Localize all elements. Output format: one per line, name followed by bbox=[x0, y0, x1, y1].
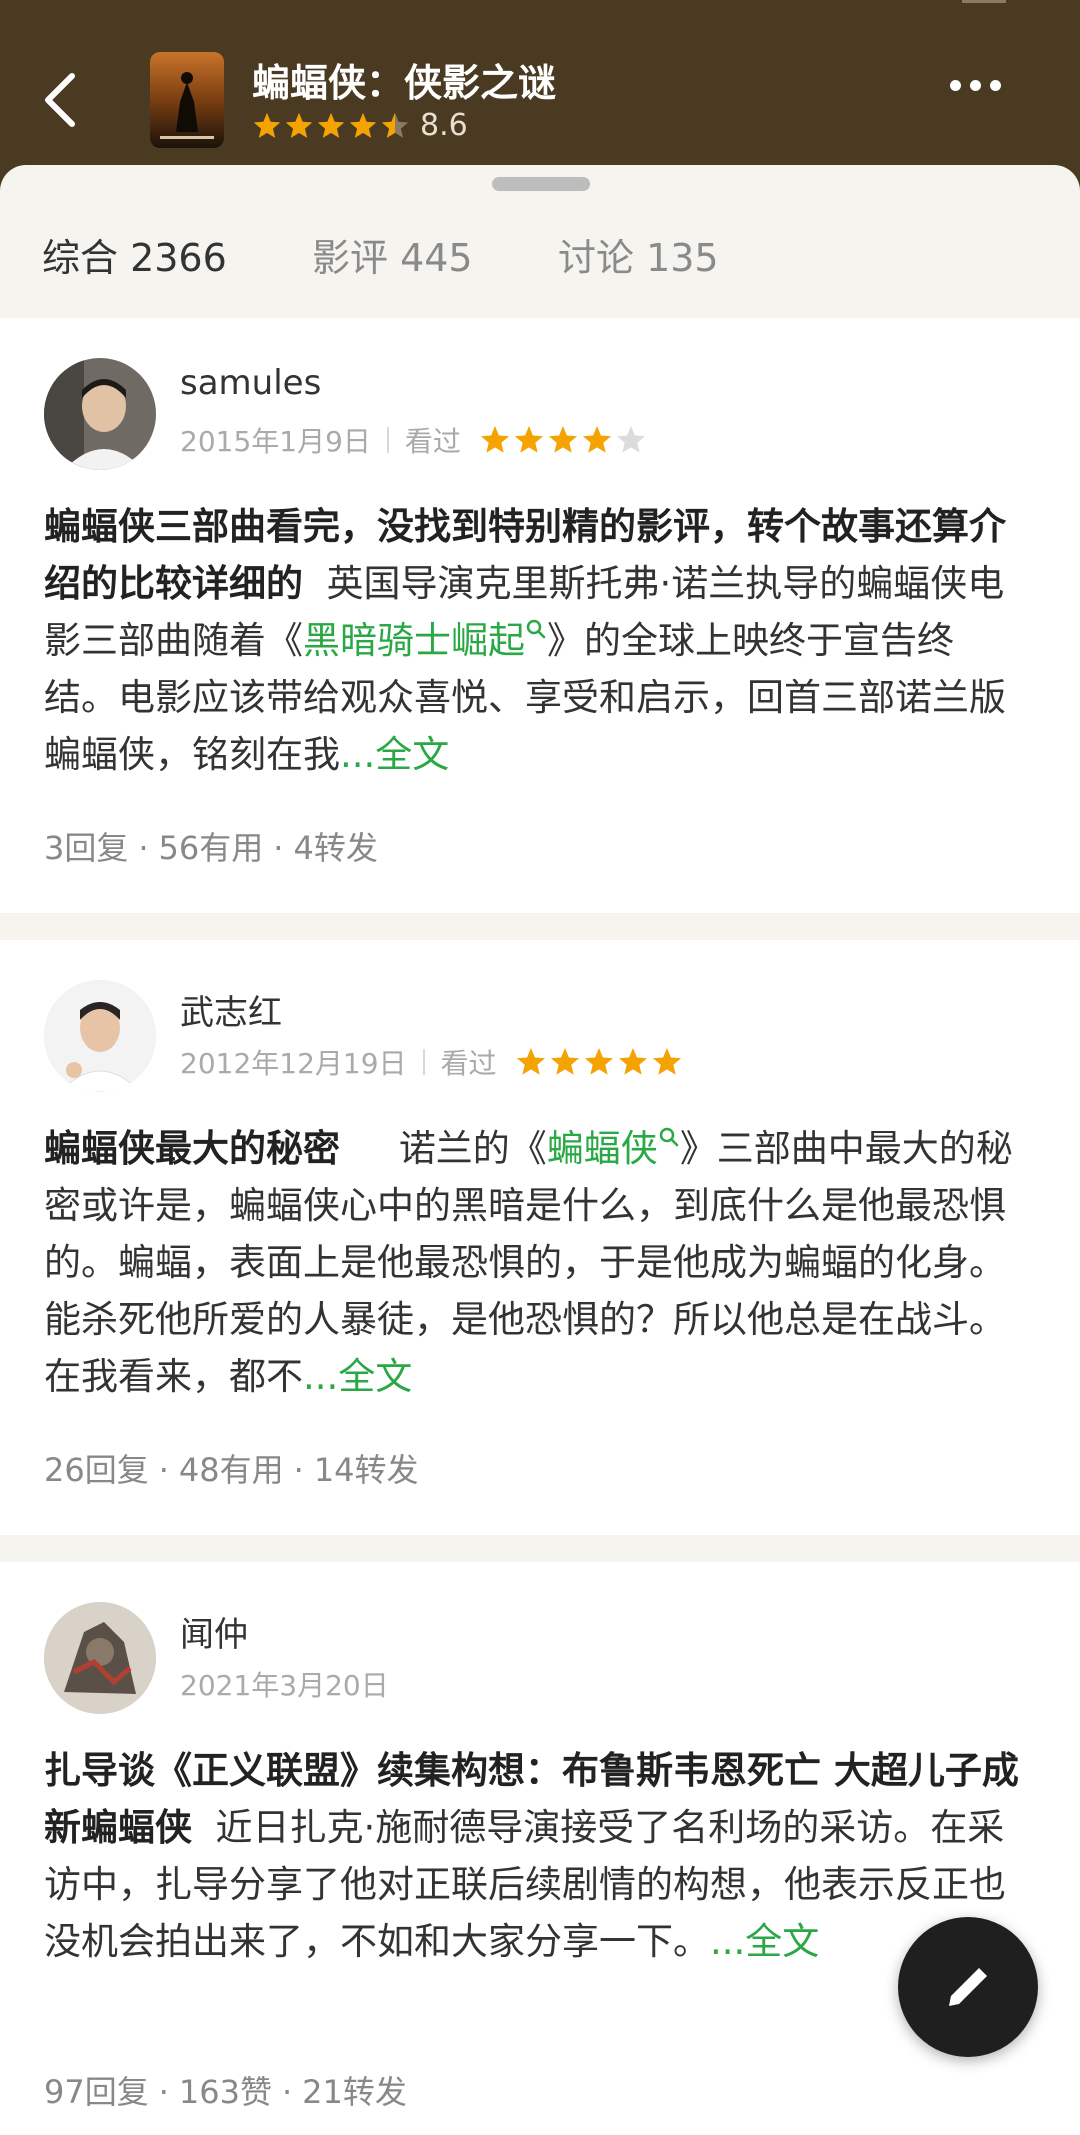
useful-count[interactable]: 48有用 bbox=[179, 1451, 284, 1489]
reply-count[interactable]: 3回复 bbox=[44, 829, 128, 867]
movie-link-label: 黑暗骑士崛起 bbox=[303, 619, 525, 662]
useful-count[interactable]: 56有用 bbox=[159, 829, 264, 867]
watch-status: 看过 bbox=[404, 425, 461, 458]
search-icon bbox=[526, 619, 546, 638]
divider bbox=[386, 427, 389, 453]
avatar[interactable] bbox=[44, 358, 156, 470]
avatar[interactable] bbox=[44, 1602, 156, 1714]
watch-status: 看过 bbox=[440, 1047, 497, 1080]
divider bbox=[422, 1049, 425, 1075]
reply-count[interactable]: 97回复 bbox=[44, 2073, 149, 2111]
reply-count[interactable]: 26回复 bbox=[44, 1451, 149, 1489]
search-icon bbox=[659, 1127, 679, 1146]
like-count[interactable]: 163赞 bbox=[179, 2073, 272, 2111]
star-icon bbox=[349, 112, 377, 138]
star-icon bbox=[514, 426, 543, 453]
star-icon bbox=[582, 426, 611, 453]
dot-icon bbox=[950, 80, 961, 91]
tab-reviews[interactable]: 影评 445 bbox=[312, 227, 473, 282]
star-icon bbox=[253, 112, 281, 138]
movie-rating: 8.6 bbox=[252, 108, 468, 143]
rating-score: 8.6 bbox=[420, 108, 468, 143]
star-icon bbox=[516, 1048, 545, 1075]
review-stats: 97回复 · 163赞 · 21转发 bbox=[44, 2073, 407, 2111]
dot-icon bbox=[990, 80, 1001, 91]
star-icon bbox=[584, 1048, 613, 1075]
star-icon bbox=[652, 1048, 681, 1075]
review-date: 2012年12月19日 bbox=[180, 1047, 407, 1080]
review-body[interactable]: 蝙蝠侠最大的秘密 诺兰的《蝙蝠侠 》三部曲中最大的秘密或许是，蝙蝠侠心中的黑暗是什… bbox=[44, 1120, 1024, 1405]
chevron-left-icon bbox=[45, 73, 75, 127]
dot-icon bbox=[970, 80, 981, 91]
write-review-button[interactable] bbox=[898, 1917, 1038, 2057]
star-icon bbox=[550, 1048, 579, 1075]
review-title: 蝙蝠侠最大的秘密 bbox=[44, 1127, 340, 1170]
pencil-icon bbox=[949, 1968, 987, 2006]
share-count[interactable]: 14转发 bbox=[314, 1451, 419, 1489]
movie-poster[interactable] bbox=[150, 52, 224, 148]
review-date: 2021年3月20日 bbox=[180, 1669, 389, 1702]
share-count[interactable]: 4转发 bbox=[293, 829, 377, 867]
star-icon bbox=[618, 1048, 647, 1075]
review-meta: 2021年3月20日 bbox=[180, 1664, 389, 1704]
review-card[interactable]: samules 2015年1月9日 看过 蝙蝠侠三部曲看完，没找到特别精的影评，… bbox=[0, 318, 1080, 913]
drag-handle[interactable] bbox=[492, 177, 590, 191]
review-stats: 26回复 · 48有用 · 14转发 bbox=[44, 1451, 419, 1489]
star-icon bbox=[285, 112, 313, 138]
star-icon bbox=[616, 426, 645, 453]
star-icon bbox=[381, 112, 409, 138]
status-indicator bbox=[962, 0, 1006, 3]
username[interactable]: samules bbox=[180, 363, 321, 403]
star-icon bbox=[317, 112, 345, 138]
read-more-link[interactable]: ...全文 bbox=[303, 1355, 412, 1398]
review-meta: 2015年1月9日 看过 bbox=[180, 420, 647, 460]
tab-bar: 综合 2366 影评 445 讨论 135 bbox=[0, 227, 1080, 377]
movie-link-label: 蝙蝠侠 bbox=[546, 1127, 658, 1170]
review-body[interactable]: 蝙蝠侠三部曲看完，没找到特别精的影评，转个故事还算介绍的比较详细的 英国导演克里… bbox=[44, 498, 1024, 783]
page-title: 蝙蝠侠：侠影之谜 bbox=[252, 61, 557, 105]
review-stars bbox=[515, 1046, 683, 1078]
review-stars bbox=[479, 424, 647, 456]
review-card[interactable]: 武志红 2012年12月19日 看过 蝙蝠侠最大的秘密 诺兰的《蝙蝠侠 》三部曲中… bbox=[0, 940, 1080, 1535]
username[interactable]: 武志红 bbox=[180, 985, 282, 1034]
review-excerpt: 诺兰的《 bbox=[398, 1127, 547, 1170]
review-body[interactable]: 扎导谈《正义联盟》续集构想：布鲁斯韦恩死亡 大超儿子成新蝙蝠侠 近日扎克·施耐德… bbox=[44, 1742, 1024, 1970]
tab-overall[interactable]: 综合 2366 bbox=[42, 227, 227, 282]
review-meta: 2012年12月19日 看过 bbox=[180, 1042, 683, 1082]
tab-discussions[interactable]: 讨论 135 bbox=[558, 227, 719, 282]
review-card[interactable]: 闻仲 2021年3月20日 扎导谈《正义联盟》续集构想：布鲁斯韦恩死亡 大超儿子… bbox=[0, 1562, 1080, 2135]
share-count[interactable]: 21转发 bbox=[302, 2073, 407, 2111]
star-icon bbox=[480, 426, 509, 453]
movie-link[interactable]: 黑暗骑士崛起 bbox=[303, 619, 547, 662]
star-icon bbox=[548, 426, 577, 453]
more-options-button[interactable] bbox=[950, 80, 1001, 91]
read-more-link[interactable]: ...全文 bbox=[710, 1920, 819, 1963]
rating-stars bbox=[252, 111, 410, 141]
movie-link[interactable]: 蝙蝠侠 bbox=[547, 1127, 680, 1170]
username[interactable]: 闻仲 bbox=[180, 1607, 248, 1656]
read-more-link[interactable]: ...全文 bbox=[340, 733, 449, 776]
back-button[interactable] bbox=[30, 60, 90, 140]
review-stats: 3回复 · 56有用 · 4转发 bbox=[44, 829, 378, 867]
review-date: 2015年1月9日 bbox=[180, 425, 371, 458]
avatar[interactable] bbox=[44, 980, 156, 1092]
